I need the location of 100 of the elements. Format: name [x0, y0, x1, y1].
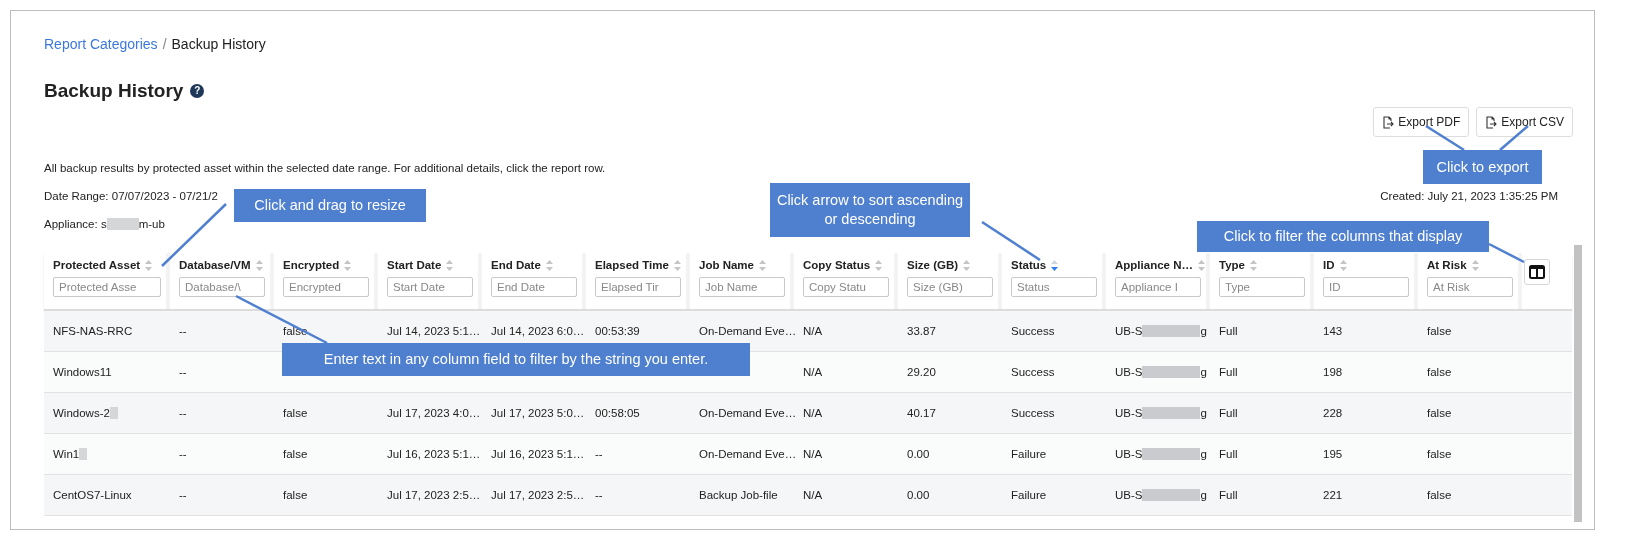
leader-line — [1488, 242, 1525, 264]
table-cell: N/A — [803, 489, 823, 501]
table-cell: UB-S — [1115, 489, 1143, 501]
filter-field[interactable]: Copy Statu — [803, 277, 889, 297]
annotation-callout: Click to filter the columns that display — [1197, 221, 1489, 252]
table-cell: Jul 14, 2023 6:0… — [491, 325, 585, 337]
column-header[interactable]: Size (GB) — [907, 259, 959, 271]
redacted-block — [1142, 489, 1201, 501]
breadcrumb-link[interactable]: Report Categories — [44, 35, 158, 53]
filter-field[interactable]: End Date — [491, 277, 577, 297]
sort-icon[interactable] — [545, 259, 553, 271]
sort-icon[interactable] — [1250, 259, 1257, 271]
table-cell: g — [1200, 489, 1207, 501]
filter-field[interactable]: ID — [1323, 277, 1409, 297]
column-header[interactable]: ID — [1323, 259, 1335, 271]
sort-icon[interactable] — [255, 259, 263, 271]
column-header[interactable]: Elapsed Time — [595, 259, 669, 271]
date-range: Date Range: 07/07/2023 - 07/21/2 — [44, 189, 218, 203]
table-cell: -- — [595, 489, 603, 501]
table-cell: false — [1427, 325, 1452, 337]
filter-field[interactable]: Type — [1219, 277, 1305, 297]
table-cell: UB-S — [1115, 407, 1143, 419]
table-cell: Jul 16, 2023 5:1… — [491, 448, 585, 460]
table-cell: Jul 17, 2023 5:0… — [491, 407, 585, 419]
table-cell: Jul 17, 2023 2:5… — [387, 489, 481, 501]
table-cell: Full — [1219, 407, 1238, 419]
table-cell: UB-S — [1115, 325, 1143, 337]
filter-field[interactable]: Status — [1011, 277, 1097, 297]
export-button[interactable]: Export CSV — [1476, 107, 1573, 137]
annotation-callout: Click and drag to resize — [234, 189, 426, 222]
column-header[interactable]: Copy Status — [803, 259, 871, 271]
sort-icon[interactable] — [875, 259, 883, 271]
sort-icon[interactable] — [1471, 259, 1479, 271]
page-title: Backup History — [44, 80, 184, 102]
table-cell: Full — [1219, 448, 1238, 460]
column-header[interactable]: Type — [1219, 259, 1245, 271]
column-toggle-button[interactable] — [1524, 259, 1550, 285]
filter-field[interactable]: Start Date — [387, 277, 473, 297]
column-header[interactable]: Protected Asset — [53, 259, 141, 271]
column-header[interactable]: Appliance N… — [1115, 259, 1193, 271]
filter-field[interactable]: Appliance I — [1115, 277, 1201, 297]
scrollbar[interactable] — [1574, 245, 1582, 522]
annotation-callout: Click to export — [1423, 150, 1542, 184]
table-cell: 0.00 — [907, 448, 930, 460]
table-cell: On-Demand Eve… — [699, 407, 797, 419]
table-cell: Windows-2 — [53, 407, 110, 419]
filter-field[interactable]: At Risk — [1427, 277, 1513, 297]
table-cell: -- — [179, 489, 187, 501]
column-header[interactable]: Encrypted — [283, 259, 340, 271]
table-cell: Windows11 — [53, 366, 112, 378]
sort-icon[interactable] — [1051, 259, 1059, 271]
table-cell: N/A — [803, 325, 823, 337]
table-cell: false — [1427, 448, 1452, 460]
column-header[interactable]: Status — [1011, 259, 1047, 271]
table-cell: CentOS7-Linux — [53, 489, 132, 501]
filter-field[interactable]: Encrypted — [283, 277, 369, 297]
sort-icon[interactable] — [344, 259, 352, 271]
table-cell: Failure — [1011, 489, 1047, 501]
redacted-block — [106, 218, 139, 230]
column-header[interactable]: Start Date — [387, 259, 442, 271]
table-cell: Failure — [1011, 448, 1047, 460]
table-cell: N/A — [803, 366, 823, 378]
table-cell: Jul 17, 2023 4:0… — [387, 407, 481, 419]
breadcrumb-separator: / — [162, 35, 167, 53]
redacted-block — [1142, 366, 1201, 378]
table-cell: false — [1427, 489, 1452, 501]
table-cell: g — [1200, 407, 1207, 419]
sort-icon[interactable] — [1339, 259, 1347, 271]
export-button[interactable]: Export PDF — [1373, 107, 1470, 137]
table-cell: 228 — [1323, 407, 1343, 419]
filter-field[interactable]: Job Name — [699, 277, 785, 297]
appliance-label: m-ub — [138, 217, 165, 231]
column-header[interactable]: At Risk — [1427, 259, 1467, 271]
filter-field[interactable]: Protected Asse — [53, 277, 161, 297]
table-cell: -- — [179, 366, 187, 378]
column-header[interactable]: Database/VM — [179, 259, 251, 271]
table-cell: false — [283, 448, 308, 460]
table-cell: false — [283, 489, 308, 501]
filter-field[interactable]: Elapsed Tir — [595, 277, 681, 297]
columns-icon — [1529, 265, 1545, 279]
column-header[interactable]: End Date — [491, 259, 541, 271]
sort-icon[interactable] — [145, 259, 153, 271]
filter-field[interactable]: Database/\ — [179, 277, 265, 297]
table-cell: Full — [1219, 366, 1238, 378]
sort-icon[interactable] — [1197, 259, 1205, 271]
column-header[interactable]: Job Name — [699, 259, 754, 271]
table-cell: Success — [1011, 325, 1055, 337]
sort-icon[interactable] — [673, 259, 681, 271]
appliance-label: Appliance: s — [44, 217, 107, 231]
table-cell: 29.20 — [907, 366, 936, 378]
table-cell: 195 — [1323, 448, 1343, 460]
table-cell: 143 — [1323, 325, 1343, 337]
redacted-block — [109, 407, 118, 419]
sort-icon[interactable] — [963, 259, 971, 271]
help-icon[interactable]: ? — [190, 84, 205, 98]
filter-field[interactable]: Size (GB) — [907, 277, 993, 297]
table-cell: g — [1200, 448, 1207, 460]
sort-icon[interactable] — [446, 259, 454, 271]
sort-icon[interactable] — [758, 259, 766, 271]
table-cell: false — [1427, 407, 1452, 419]
